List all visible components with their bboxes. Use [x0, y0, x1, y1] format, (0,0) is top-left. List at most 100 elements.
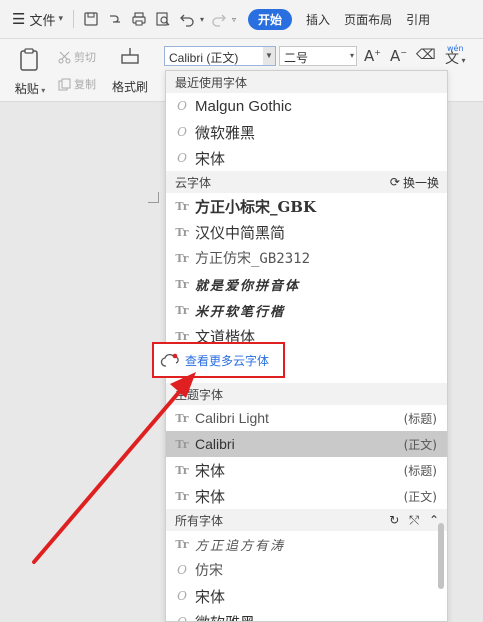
section-header-theme: 主题字体 [166, 383, 447, 405]
copy-icon [58, 78, 71, 90]
pinyin-guide-button[interactable]: wén 文 ▾ [445, 43, 466, 66]
link-icon[interactable] [104, 8, 126, 30]
cut-label: 剪切 [74, 51, 96, 64]
font-size-value: 二号 [284, 51, 309, 65]
opentype-icon: O [177, 589, 187, 603]
chevron-down-icon[interactable]: ▾ [200, 15, 204, 24]
chevron-down-icon[interactable]: ▼ [263, 47, 275, 65]
font-role-tag: (标题) [403, 463, 437, 478]
font-name: Calibri Light [195, 410, 269, 426]
copy-label: 复制 [74, 78, 96, 91]
recent-header: 最近使用字体 [175, 75, 248, 90]
opentype-icon: O [177, 151, 187, 165]
font-name: 宋体 [195, 487, 226, 506]
refresh-button[interactable]: ⟳ 换一换 [390, 171, 439, 193]
font-item[interactable]: Tr Calibri Light (标题) [166, 405, 447, 431]
refresh-icon: ⟳ [389, 175, 400, 189]
font-name: 宋体 [195, 461, 226, 480]
font-name: 就是爱你拼音体 [195, 278, 301, 294]
more-cloud-fonts-label: 查看更多云字体 [185, 353, 270, 368]
font-name: 微软雅黑 [195, 123, 256, 142]
font-item[interactable]: O 微软雅黑 [166, 119, 447, 145]
font-item[interactable]: O 宋体 [166, 583, 447, 609]
print-preview-icon[interactable] [152, 8, 174, 30]
font-name: 汉仪中简黑简 [195, 223, 286, 242]
truetype-icon: Tr [175, 411, 189, 425]
increase-font-icon[interactable]: A+ [364, 47, 381, 65]
font-name: 米开软笔行楷 [195, 304, 286, 320]
truetype-icon: Tr [175, 251, 189, 265]
font-name: 仿宋 [195, 563, 223, 579]
truetype-icon: Tr [175, 463, 189, 477]
font-item[interactable]: Tr 就是爱你拼音体 [166, 271, 447, 297]
menu-bar: ☰ 文件 ▾ ▾ ▿ 开始 插入 页面布局 引用 [0, 0, 483, 39]
cut-button[interactable]: 剪切 [58, 49, 96, 65]
font-name-select[interactable]: Calibri (正文) ▼ [164, 46, 276, 66]
truetype-icon: Tr [175, 225, 189, 239]
copy-button[interactable]: 复制 [58, 76, 96, 92]
truetype-icon: Tr [175, 199, 189, 213]
section-header-cloud: 云字体 ⟳ 换一换 [166, 171, 447, 193]
sort-icon[interactable]: ⤲ [409, 513, 419, 528]
font-item[interactable]: Tr 宋体 (标题) [166, 457, 447, 483]
font-item-selected[interactable]: Tr Calibri (正文) [166, 431, 447, 457]
scissors-icon [58, 51, 71, 63]
truetype-icon: Tr [175, 277, 189, 291]
font-item[interactable]: Tr 方正仿宋_GB2312 [166, 245, 447, 271]
more-chevron-icon[interactable]: ▿ [232, 15, 236, 24]
redo-icon[interactable] [208, 8, 230, 30]
font-role-tag: (正文) [403, 437, 437, 452]
font-item[interactable]: Tr 方正小标宋_GBK [166, 193, 447, 219]
all-header: 所有字体 [175, 513, 224, 528]
opentype-icon: O [177, 563, 187, 577]
paste-button[interactable]: 粘贴 ▾ [10, 47, 50, 97]
decrease-font-icon[interactable]: A− [390, 47, 407, 65]
chevron-down-icon: ▾ [58, 14, 63, 24]
font-name-value: Calibri (正文) [169, 51, 239, 65]
save-icon[interactable] [80, 8, 102, 30]
font-name: 方正小标宋_GBK [195, 197, 317, 216]
refresh-label: 换一换 [402, 175, 439, 190]
scrollbar-thumb[interactable] [438, 523, 444, 589]
font-item[interactable]: Tr 汉仪中简黑简 [166, 219, 447, 245]
tab-references[interactable]: 引用 [406, 11, 430, 28]
paste-label: 粘贴 [14, 82, 39, 96]
section-header-all: 所有字体 ↻ ⤲ ⌃ [166, 509, 447, 531]
font-item[interactable]: O 宋体 [166, 145, 447, 171]
tab-page-layout[interactable]: 页面布局 [344, 11, 392, 28]
font-size-select[interactable]: 二号 ▾ [279, 46, 357, 66]
truetype-icon: Tr [175, 437, 189, 451]
font-name: 宋体 [195, 587, 226, 606]
font-item[interactable]: O Malgun Gothic [166, 93, 447, 119]
undo-icon[interactable] [176, 8, 198, 30]
font-name: 方正追方有涛 [195, 538, 286, 554]
file-menu-label: 文件 [29, 13, 56, 29]
font-item[interactable]: O 微软雅黑 [166, 609, 447, 622]
chevron-down-icon[interactable]: ▾ [350, 47, 354, 65]
pinyin-char: 文 [445, 51, 459, 67]
format-painter-label: 格式刷 [111, 80, 148, 94]
font-name: 方正仿宋_GB2312 [195, 251, 311, 267]
tab-insert[interactable]: 插入 [306, 11, 330, 28]
eraser-icon[interactable]: ⌫ [416, 47, 436, 63]
font-name: Calibri [195, 436, 235, 452]
font-name: 微软雅黑 [195, 612, 255, 622]
section-header-recent: 最近使用字体 [166, 71, 447, 93]
truetype-icon: Tr [175, 303, 189, 317]
opentype-icon: O [177, 125, 187, 139]
font-item[interactable]: Tr 方正追方有涛 [166, 531, 447, 557]
more-cloud-fonts-link[interactable]: 查看更多云字体 [152, 342, 285, 378]
print-icon[interactable] [128, 8, 150, 30]
cloud-header: 云字体 [175, 175, 212, 190]
font-item[interactable]: O 仿宋 [166, 557, 447, 583]
brush-icon [121, 48, 139, 64]
all-fonts-tools: ↻ ⤲ ⌃ [389, 509, 439, 531]
format-painter-button[interactable]: 格式刷 [108, 45, 152, 95]
font-item[interactable]: Tr 米开软笔行楷 [166, 297, 447, 323]
tab-home[interactable]: 开始 [248, 8, 293, 30]
font-item[interactable]: Tr 宋体 (正文) [166, 483, 447, 509]
refresh-icon[interactable]: ↻ [389, 513, 399, 527]
truetype-icon: Tr [175, 537, 189, 551]
font-role-tag: (正文) [403, 489, 437, 504]
file-menu[interactable]: ☰ 文件 ▾ [12, 10, 63, 29]
